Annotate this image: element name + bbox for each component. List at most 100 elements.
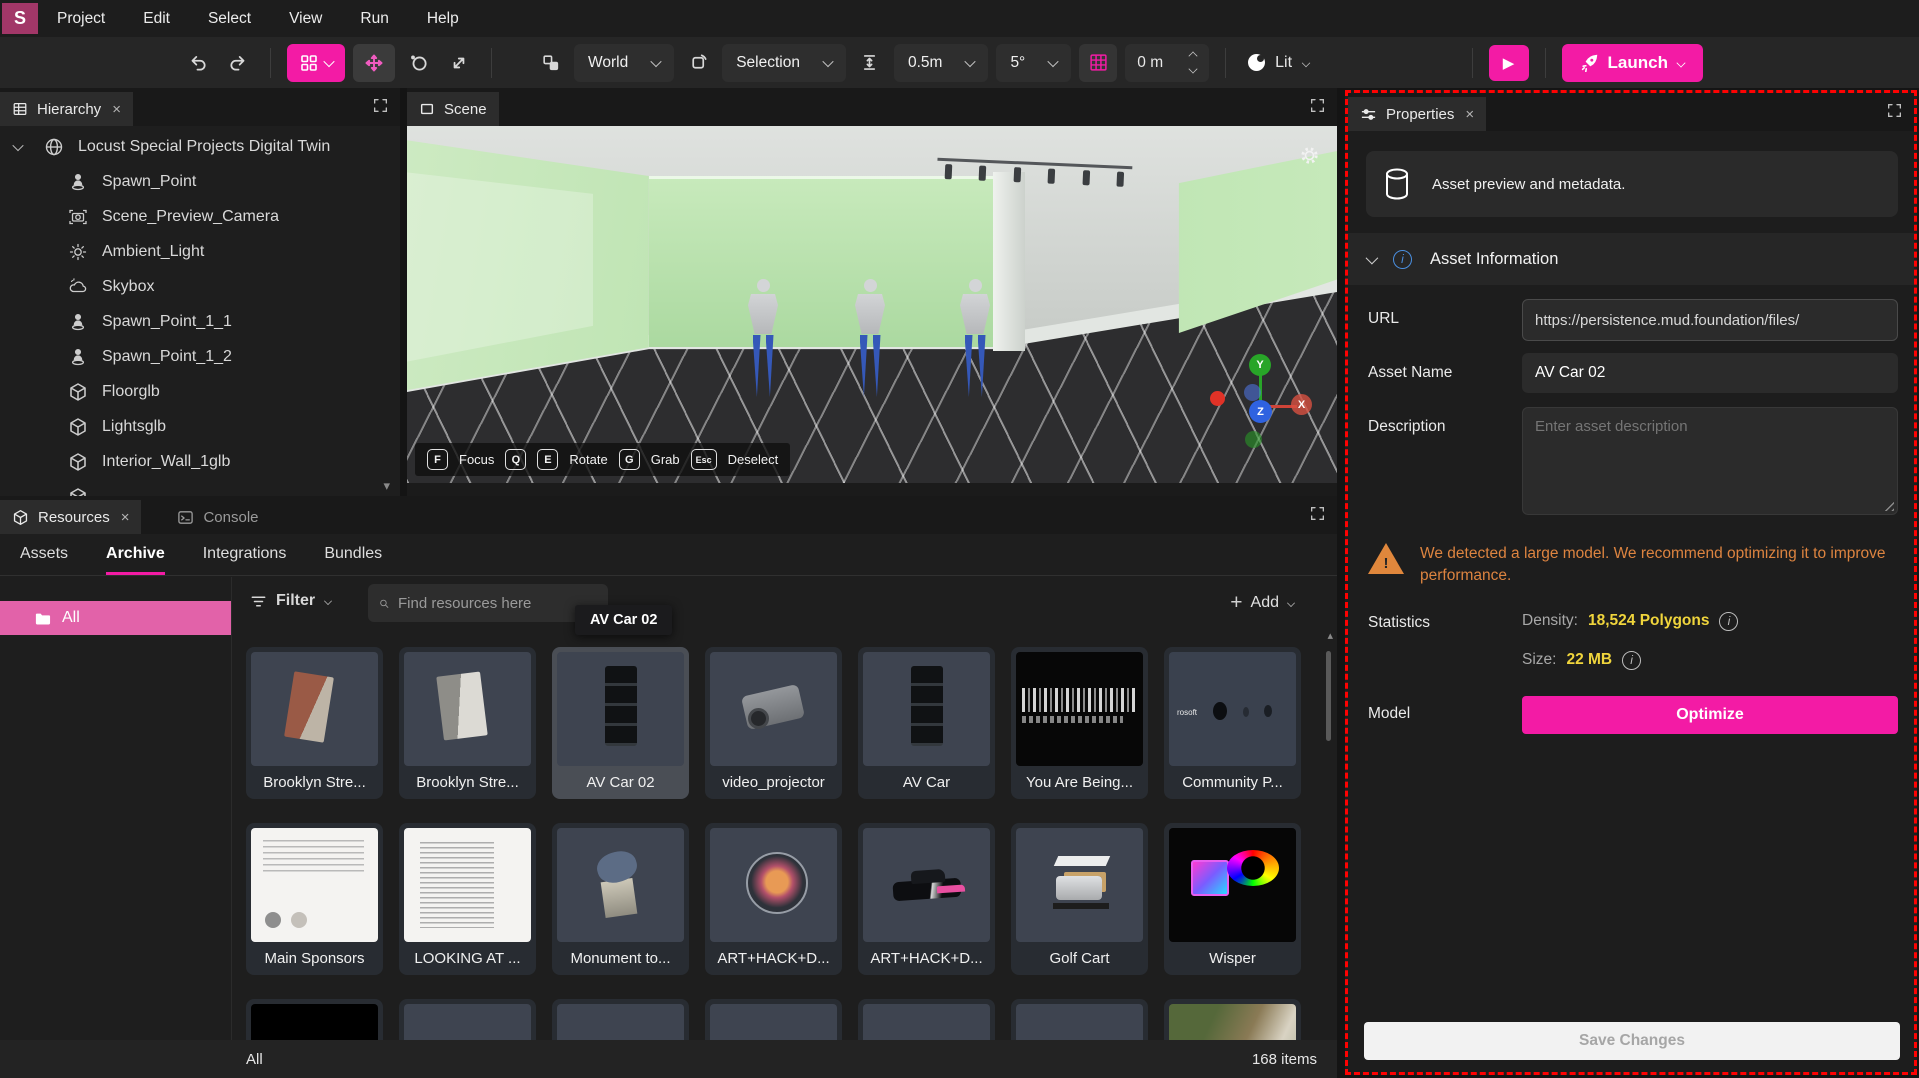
avatar-mannequin[interactable] xyxy=(953,279,997,401)
section-asset-information[interactable]: i Asset Information xyxy=(1348,233,1914,285)
scene-3d-view[interactable]: Y Z X F Focus Q E Rotate G Grab Esc Dese… xyxy=(407,126,1337,483)
menu-run[interactable]: Run xyxy=(341,0,407,37)
scale-tool-button[interactable] xyxy=(443,47,475,79)
expand-panel-icon[interactable] xyxy=(373,98,388,113)
tree-item[interactable]: Lightsglb xyxy=(0,409,400,444)
chevron-down-icon xyxy=(651,55,662,66)
close-icon[interactable]: × xyxy=(1465,106,1474,123)
gizmo-y-handle[interactable]: Y xyxy=(1249,354,1271,376)
key-e: E xyxy=(537,449,558,470)
tab-resources[interactable]: Resources × xyxy=(0,500,141,534)
tree-item[interactable] xyxy=(0,479,400,496)
grid-scrollbar[interactable] xyxy=(1326,651,1331,741)
asset-tile[interactable]: video_projector xyxy=(705,647,842,799)
optimize-button[interactable]: Optimize xyxy=(1522,696,1898,734)
gizmo-x-handle[interactable]: X xyxy=(1291,394,1312,415)
gizmo-z-handle[interactable]: Z xyxy=(1249,400,1272,423)
tab-console[interactable]: Console xyxy=(165,500,270,534)
info-icon: i xyxy=(1393,250,1412,269)
expand-panel-icon[interactable] xyxy=(1887,103,1902,118)
close-icon[interactable]: × xyxy=(112,101,121,118)
asset-tile[interactable]: Monument to... xyxy=(552,823,689,975)
asset-tile[interactable]: Main Sponsors xyxy=(246,823,383,975)
avatar-mannequin[interactable] xyxy=(741,279,785,401)
height-offset-stepper[interactable]: 0 m xyxy=(1125,44,1209,82)
menu-edit[interactable]: Edit xyxy=(124,0,189,37)
move-tool-button[interactable] xyxy=(353,44,395,82)
asset-tile[interactable]: Wisper xyxy=(1164,823,1301,975)
asset-tile[interactable]: ART+HACK+D... xyxy=(705,823,842,975)
tree-item[interactable]: Spawn_Point_1_1 xyxy=(0,304,400,339)
menu-project[interactable]: Project xyxy=(38,0,124,37)
asset-tile-selected[interactable]: AV Car 02 xyxy=(552,647,689,799)
tree-item[interactable]: Skybox xyxy=(0,269,400,304)
asset-tile[interactable]: Golf Cart xyxy=(1011,823,1148,975)
move-icon xyxy=(364,53,384,73)
avatar-mannequin[interactable] xyxy=(848,279,892,401)
tab-scene[interactable]: Scene xyxy=(407,92,499,126)
duplicate-tool-button[interactable] xyxy=(534,47,566,79)
asset-name-input[interactable] xyxy=(1522,353,1898,393)
toolbar: World Selection 0.5m 5° 0 m Lit ▶ Launch xyxy=(0,37,1919,88)
tree-item[interactable]: Spawn_Point_1_2 xyxy=(0,339,400,374)
search-input[interactable] xyxy=(398,595,597,612)
info-icon[interactable]: i xyxy=(1719,612,1738,631)
close-icon[interactable]: × xyxy=(121,509,130,526)
menu-help[interactable]: Help xyxy=(408,0,478,37)
subtab-archive[interactable]: Archive xyxy=(106,534,165,575)
asset-tile[interactable]: Brooklyn Stre... xyxy=(399,647,536,799)
undo-button[interactable] xyxy=(182,47,214,79)
space-dropdown[interactable]: World xyxy=(574,44,674,82)
rotate-snap-dropdown[interactable]: 5° xyxy=(996,44,1071,82)
add-resource-button[interactable]: + Add xyxy=(1230,591,1295,615)
layout-grid-tool-button[interactable] xyxy=(287,44,345,82)
menu-select[interactable]: Select xyxy=(189,0,270,37)
tree-root[interactable]: Locust Special Projects Digital Twin xyxy=(0,129,400,164)
folder-item-all[interactable]: All xyxy=(0,601,231,635)
menu-view[interactable]: View xyxy=(270,0,341,37)
tab-hierarchy[interactable]: Hierarchy × xyxy=(0,92,133,126)
url-input[interactable] xyxy=(1522,299,1898,341)
launch-button[interactable]: Launch xyxy=(1562,44,1703,82)
tree-item[interactable]: Interior_Wall_1glb xyxy=(0,444,400,479)
selection-dot xyxy=(1210,391,1225,406)
scene-settings-gear-icon[interactable] xyxy=(1300,146,1319,165)
description-input[interactable] xyxy=(1522,407,1898,515)
asset-tile[interactable]: LOOKING AT ... xyxy=(399,823,536,975)
subtab-bundles[interactable]: Bundles xyxy=(324,534,382,575)
play-button[interactable]: ▶ xyxy=(1489,45,1529,81)
filter-button[interactable]: Filter xyxy=(250,592,332,610)
selection-mode-dropdown[interactable]: Selection xyxy=(722,44,846,82)
scroll-up-icon[interactable]: ▴ xyxy=(1327,629,1333,642)
scroll-down-icon[interactable]: ▾ xyxy=(383,478,390,494)
chevron-down-icon xyxy=(1048,55,1059,66)
save-changes-button[interactable]: Save Changes xyxy=(1364,1022,1900,1060)
subtab-integrations[interactable]: Integrations xyxy=(203,534,287,575)
rotate-tool-button[interactable] xyxy=(403,47,435,79)
tree-item[interactable]: Scene_Preview_Camera xyxy=(0,199,400,234)
tree-item[interactable]: Floorglb xyxy=(0,374,400,409)
asset-tile[interactable]: Brooklyn Stre... xyxy=(246,647,383,799)
vertical-snap-icon[interactable] xyxy=(854,47,886,79)
asset-tile[interactable]: Community P... xyxy=(1164,647,1301,799)
shading-mode-dropdown[interactable]: Lit xyxy=(1242,54,1316,72)
subtab-assets[interactable]: Assets xyxy=(20,534,68,575)
app-logo[interactable]: S xyxy=(2,3,38,34)
asset-tile[interactable]: You Are Being... xyxy=(1011,647,1148,799)
snap-grid-toggle[interactable] xyxy=(1079,44,1117,82)
info-icon[interactable]: i xyxy=(1622,651,1641,670)
console-icon xyxy=(177,509,194,526)
gizmo-ghost-blue xyxy=(1244,384,1261,401)
pivot-tool-button[interactable] xyxy=(682,47,714,79)
tree-item[interactable]: Ambient_Light xyxy=(0,234,400,269)
url-field-row: URL xyxy=(1368,299,1898,341)
redo-button[interactable] xyxy=(222,47,254,79)
tree-item[interactable]: Spawn_Point xyxy=(0,164,400,199)
move-snap-dropdown[interactable]: 0.5m xyxy=(894,44,988,82)
resource-search[interactable] xyxy=(368,584,608,622)
asset-tile[interactable]: AV Car xyxy=(858,647,995,799)
asset-tile[interactable]: ART+HACK+D... xyxy=(858,823,995,975)
expand-panel-icon[interactable] xyxy=(1310,506,1325,521)
tab-properties[interactable]: Properties × xyxy=(1348,97,1486,131)
expand-panel-icon[interactable] xyxy=(1310,98,1325,113)
